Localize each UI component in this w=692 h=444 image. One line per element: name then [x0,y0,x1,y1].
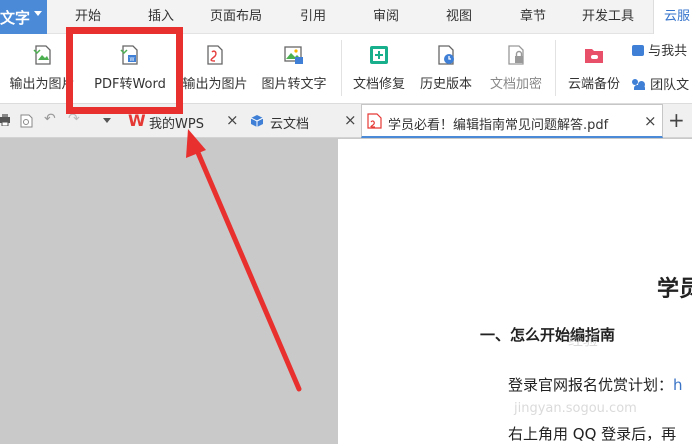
share-icon [632,45,644,56]
team-docs-label: 团队文 [650,78,690,93]
image-to-text-button[interactable]: 图片转文字 [258,34,330,104]
paragraph-text: 登录官网报名优赏计划： [508,376,674,394]
image-export-icon [33,45,51,65]
ribbon-divider [555,40,556,96]
tab-review[interactable]: 审阅 [373,0,399,34]
tab-cloud-docs-label: 云文档 [270,117,310,132]
image-to-text-label: 图片转文字 [261,77,327,92]
app-menu-button[interactable]: 文字 [0,0,47,34]
tab-section[interactable]: 章节 [520,0,546,34]
wps-window: 文字 开始 插入 页面布局 引用 审阅 视图 章节 开发工具 云服 输出为图片 … [0,0,692,444]
new-tab-button[interactable]: + [668,108,685,132]
document-title: 学员 [657,277,692,302]
tab-cloud-docs[interactable]: 云文档 × [242,104,360,138]
print-preview-icon[interactable] [20,114,33,128]
tab-guide-pdf[interactable]: 学员必看！编辑指南常见问题解答.pdf × [361,104,663,138]
export-image-label-2: 输出为图片 [182,77,248,92]
tab-references[interactable]: 引用 [300,0,326,34]
close-icon[interactable]: × [344,111,357,129]
export-image-button-2[interactable]: 输出为图片 [178,34,252,104]
ribbon-divider [341,40,342,96]
document-paragraph-2: 右上角用 QQ 登录后，再 [508,425,677,443]
cloud-backup-label: 云端备份 [567,77,620,92]
doc-repair-label: 文档修复 [352,77,405,92]
close-icon[interactable]: × [226,111,239,129]
app-menu-label: 文字 [0,9,31,27]
history-icon [438,45,454,65]
chevron-down-icon [34,11,42,16]
share-with-me-item[interactable]: 与我共 [632,40,687,59]
team-icon [632,79,646,90]
tab-cloud-service[interactable]: 云服 [653,0,692,34]
undo-icon[interactable]: ↶ [44,111,56,127]
watermark-text: 经验 [568,331,599,349]
tab-my-wps-label: 我的WPS [149,117,204,132]
team-docs-item[interactable]: 团队文 [632,74,689,93]
pdf-file-icon [367,113,382,129]
watermark-url: jingyan.sogou.com [514,401,637,416]
document-page[interactable]: 学员 一、怎么开始编指南 登录官网报名优赏计划：h 右上角用 QQ 登录后，再 … [338,139,692,444]
doc-repair-icon [370,46,388,64]
print-icon[interactable] [0,114,10,126]
tab-view[interactable]: 视图 [446,0,472,34]
pdf-export-icon [207,45,223,65]
quick-access-dropdown-icon[interactable] [103,118,111,123]
close-icon[interactable]: × [644,112,657,130]
cube-icon [250,115,264,127]
doc-repair-button[interactable]: 文档修复 [348,34,410,104]
tab-page-layout[interactable]: 页面布局 [210,0,262,34]
history-version-label: 历史版本 [419,77,472,92]
workspace-background [0,139,338,444]
doc-encrypt-label: 文档加密 [489,77,542,92]
paragraph-link[interactable]: h [673,376,683,394]
image-to-text-icon [284,46,303,64]
history-version-button[interactable]: 历史版本 [414,34,478,104]
cloud-folder-icon [585,49,603,63]
tab-guide-pdf-label: 学员必看！编辑指南常见问题解答.pdf [388,118,609,133]
lock-icon [508,45,524,65]
share-with-me-label: 与我共 [648,44,688,59]
highlight-box [66,27,183,114]
tab-developer[interactable]: 开发工具 [582,0,634,34]
doc-encrypt-button[interactable]: 文档加密 [484,34,548,104]
cloud-backup-button[interactable]: 云端备份 [562,34,626,104]
document-paragraph: 登录官网报名优赏计划：h [508,374,683,395]
